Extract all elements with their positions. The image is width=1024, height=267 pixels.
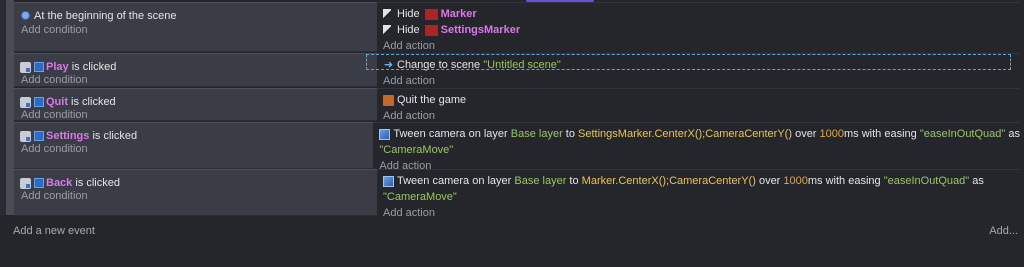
button-click-icon (20, 130, 31, 142)
action-text: Quit the game (397, 94, 467, 106)
object-name: Play (46, 61, 69, 73)
add-action-link[interactable]: Add action (383, 38, 1020, 54)
object-icon (34, 62, 44, 72)
tween-id-string: "CameraMove" (379, 144, 454, 156)
tween-camera-icon (383, 175, 394, 187)
object-name: SettingsMarker (440, 24, 521, 36)
quit-game-icon (383, 94, 394, 106)
action-hide-settingsmarker[interactable]: Hide SettingsMarker (383, 22, 1020, 38)
action-hide-marker[interactable]: Hide Marker (383, 6, 1020, 22)
condition-text: At the beginning of the scene (34, 10, 177, 22)
expression: Marker.CenterX();CameraCenterY() (581, 175, 756, 187)
add-condition-link[interactable]: Add condition (21, 74, 88, 86)
condition-text: is clicked (68, 61, 117, 73)
object-icon (34, 178, 44, 188)
condition-text: is clicked (72, 177, 120, 189)
duration-number: 1000 (783, 175, 808, 187)
condition-button-clicked[interactable]: Back is clicked (20, 175, 377, 191)
object-name: Marker (440, 8, 477, 20)
add-condition-link[interactable]: Add condition (21, 190, 88, 202)
conditions-column[interactable]: Back is clicked Add condition (14, 169, 377, 216)
actions-column[interactable]: Quit the game Add action (377, 88, 1020, 122)
object-thumbnail-icon (424, 8, 438, 20)
action-text: to (562, 128, 579, 140)
add-condition-link[interactable]: Add condition (21, 143, 88, 155)
expression: SettingsMarker.CenterX();CameraCenterY() (578, 128, 793, 140)
add-action-link[interactable]: Add action (383, 205, 1020, 221)
object-thumbnail-icon (424, 24, 438, 36)
event-back-clicked[interactable]: Back is clicked Add condition Tween came… (14, 169, 1020, 219)
object-icon (34, 131, 44, 141)
action-text: over (755, 175, 784, 187)
conditions-column[interactable]: Play is clicked Add condition (14, 53, 377, 87)
hide-icon (383, 25, 391, 35)
action-tween-camera[interactable]: Tween camera on layer Base layer to Mark… (383, 173, 1020, 189)
condition-button-clicked[interactable]: Settings is clicked (20, 128, 373, 144)
actions-column[interactable]: Tween camera on layer Base layer to Sett… (373, 122, 1020, 172)
conditions-column[interactable]: At the beginning of the scene Add condit… (14, 2, 377, 52)
action-text: ms with easing (807, 175, 884, 187)
action-quit-game[interactable]: Quit the game (383, 92, 1020, 108)
add-condition-link[interactable]: Add condition (21, 109, 88, 121)
scene-start-icon (20, 10, 31, 22)
action-text: ms with easing (844, 128, 920, 140)
condition-scene-start[interactable]: At the beginning of the scene (20, 8, 377, 24)
button-click-icon (20, 96, 31, 108)
object-icon (34, 97, 44, 107)
easing-string: "easeInOutQuad" (883, 175, 970, 187)
action-tween-camera-cont: "CameraMove" (383, 189, 1020, 205)
hide-icon (383, 9, 391, 19)
condition-text: is clicked (68, 96, 116, 108)
add-new-event-button[interactable]: Add a new event (13, 225, 95, 237)
duration-number: 1000 (819, 128, 845, 140)
actions-column[interactable]: Tween camera on layer Base layer to Mark… (377, 169, 1020, 219)
action-text: as (969, 175, 984, 187)
tween-camera-icon (379, 128, 391, 140)
event-scene-start[interactable]: At the beginning of the scene Add condit… (14, 2, 1020, 52)
add-condition-link[interactable]: Add condition (21, 24, 88, 36)
object-name: Back (46, 177, 73, 189)
action-text: Tween camera on layer (397, 175, 515, 187)
action-text: to (566, 175, 582, 187)
action-tween-camera[interactable]: Tween camera on layer Base layer to Sett… (379, 126, 1020, 142)
tween-id-string: "CameraMove" (383, 191, 457, 203)
add-more-button[interactable]: Add... (989, 225, 1018, 237)
action-verb: Hide (397, 8, 420, 20)
actions-column[interactable]: Hide Marker Hide SettingsMarker Add acti… (377, 2, 1020, 52)
condition-button-clicked[interactable]: Play is clicked (20, 59, 377, 75)
event-settings-clicked[interactable]: Settings is clicked Add condition Tween … (14, 122, 1020, 172)
action-verb: Hide (397, 24, 420, 36)
conditions-column[interactable]: Settings is clicked Add condition (14, 122, 374, 169)
object-name: Settings (46, 130, 90, 142)
add-action-link[interactable]: Add action (383, 73, 1020, 89)
condition-button-clicked[interactable]: Quit is clicked (20, 94, 377, 110)
button-click-icon (20, 177, 31, 189)
action-text: over (792, 128, 820, 140)
layer-name: Base layer (514, 175, 567, 187)
condition-text: is clicked (89, 130, 138, 142)
action-text: Tween camera on layer (393, 128, 511, 140)
action-tween-camera-cont: "CameraMove" (379, 142, 1020, 158)
conditions-column[interactable]: Quit is clicked Add condition (14, 88, 377, 121)
event-quit-clicked[interactable]: Quit is clicked Add condition Quit the g… (14, 88, 1020, 122)
easing-string: "easeInOutQuad" (919, 128, 1006, 140)
layer-name: Base layer (510, 128, 563, 140)
event-drag-strip[interactable] (6, 0, 14, 215)
selected-action-outline (366, 54, 1011, 70)
action-text: as (1005, 128, 1020, 140)
button-click-icon (20, 61, 31, 73)
object-name: Quit (46, 96, 68, 108)
